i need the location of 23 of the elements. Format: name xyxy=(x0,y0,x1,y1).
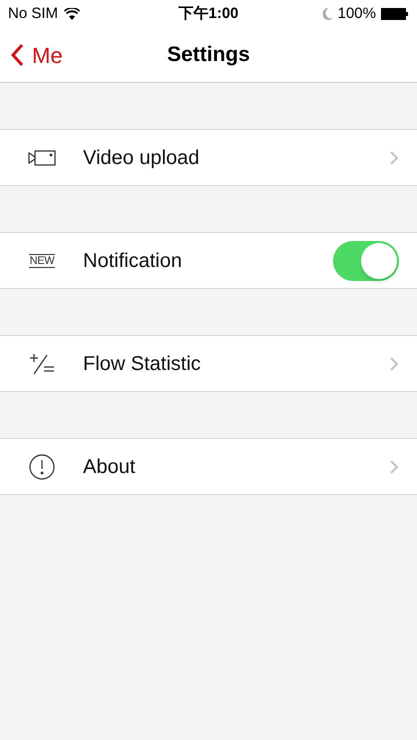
row-label: Video upload xyxy=(83,146,200,170)
settings-row[interactable]: NEW Notification xyxy=(0,232,417,289)
page-title: Settings xyxy=(167,42,250,68)
settings-row[interactable]: Flow Statistic xyxy=(0,335,417,392)
moon-icon xyxy=(322,8,333,20)
wifi-icon xyxy=(64,8,80,20)
chevron-right-icon xyxy=(389,356,399,372)
back-button[interactable]: Me xyxy=(0,38,63,72)
toggle-switch[interactable] xyxy=(333,240,399,280)
chevron-right-icon xyxy=(389,150,399,166)
row-label: Notification xyxy=(83,248,183,274)
row-label: Flow Statistic xyxy=(83,352,202,376)
exclamation-circle-icon xyxy=(28,452,56,480)
clock: 下午1:00 xyxy=(178,4,239,24)
carrier-label: No SIM xyxy=(8,4,58,24)
chevron-left-icon xyxy=(10,43,24,67)
settings-row[interactable]: About xyxy=(0,438,417,495)
plus-minus-icon xyxy=(27,352,57,374)
chevron-right-icon xyxy=(389,458,399,474)
settings-row[interactable]: Video upload xyxy=(0,129,417,186)
battery-percent: 100% xyxy=(338,4,376,24)
row-label: About xyxy=(83,454,136,480)
battery-icon xyxy=(381,8,409,20)
